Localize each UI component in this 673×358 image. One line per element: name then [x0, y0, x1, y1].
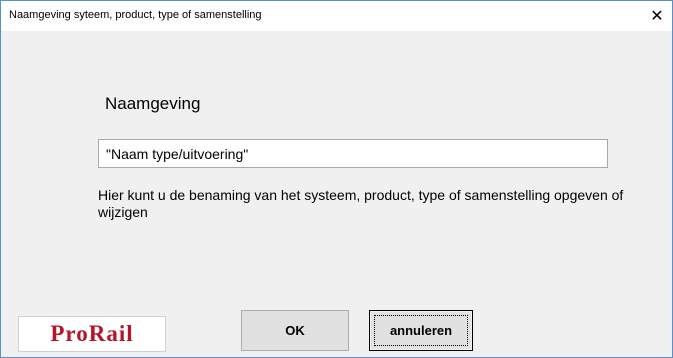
dialog-window: Naamgeving syteem, product, type of same…: [0, 0, 673, 358]
help-text: Hier kunt u de benaming van het systeem,…: [98, 187, 624, 220]
prorail-logo: ProRail: [18, 316, 166, 352]
title-bar: Naamgeving syteem, product, type of same…: [1, 1, 672, 31]
name-input[interactable]: [98, 139, 608, 168]
ok-button[interactable]: OK: [241, 310, 349, 351]
close-button[interactable]: ✕: [642, 1, 672, 31]
focus-rectangle: [374, 315, 468, 346]
cancel-button[interactable]: annuleren: [369, 310, 473, 351]
section-heading: Naamgeving: [105, 94, 201, 113]
close-icon: ✕: [650, 8, 664, 25]
ok-button-label: OK: [285, 323, 305, 338]
logo-text: ProRail: [50, 321, 134, 346]
window-title: Naamgeving syteem, product, type of same…: [9, 9, 262, 21]
